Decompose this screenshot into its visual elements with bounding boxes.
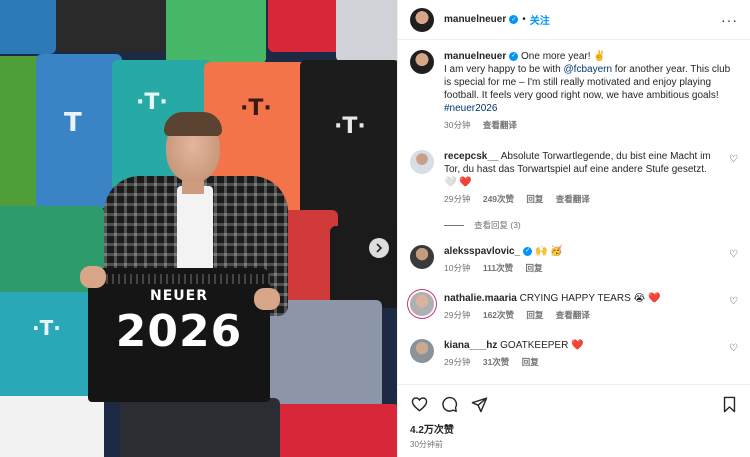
post-time: 30分钟前 <box>410 440 443 449</box>
comment-time: 29分钟 <box>444 357 471 367</box>
comment-username[interactable]: kiana___hz <box>444 340 497 351</box>
comment-meta: 29分钟 162次赞 回复 查看翻译 <box>444 309 720 322</box>
share-button[interactable] <box>470 395 488 413</box>
comment-icon <box>441 396 457 412</box>
heart-icon <box>411 397 427 412</box>
reply-button[interactable]: 回复 <box>526 194 543 204</box>
comment-avatar[interactable] <box>410 245 434 269</box>
comment-username[interactable]: aleksspavlovic_ <box>444 246 520 257</box>
follow-button[interactable]: 关注 <box>530 12 550 27</box>
jersey-bg <box>0 396 104 457</box>
verified-icon: ✓ <box>509 51 519 61</box>
jersey-bg <box>336 0 397 62</box>
comment-avatar[interactable] <box>410 150 434 174</box>
caption-time: 30分钟 <box>444 120 471 130</box>
chevron-right-icon <box>376 243 383 253</box>
save-button[interactable] <box>720 395 738 413</box>
like-comment-icon[interactable]: ♡ <box>729 154 738 165</box>
comment-avatar[interactable] <box>410 292 434 316</box>
comment-meta: 10分钟 111次赞 回复 <box>444 262 720 275</box>
comments-list[interactable]: manuelneuer ✓ One more year! ✌️ I am very… <box>398 40 750 384</box>
translate-button[interactable]: 查看翻译 <box>556 310 590 320</box>
jersey-number: 2026 <box>115 306 243 357</box>
comment-text: 🙌 🥳 <box>534 246 563 257</box>
author-avatar[interactable] <box>410 7 434 32</box>
jersey-name: NEUER <box>150 288 208 304</box>
comment-username[interactable]: recepcsk__ <box>444 151 499 162</box>
jersey-bg <box>56 0 166 52</box>
jersey-bg <box>268 0 340 52</box>
like-comment-icon[interactable]: ♡ <box>729 296 738 307</box>
telekom-logo: ·T· <box>32 316 61 340</box>
right-hand <box>254 288 280 310</box>
verified-icon: ✓ <box>509 15 519 24</box>
separator-dot: • <box>522 14 526 25</box>
action-bar <box>410 395 738 413</box>
comment-time: 29分钟 <box>444 194 471 204</box>
bookmark-icon <box>723 396 735 412</box>
jersey-bg <box>330 226 397 308</box>
telekom-logo: T <box>64 108 82 138</box>
post-header: manuelneuer ✓ • 关注 ··· <box>398 0 750 40</box>
left-hand <box>80 266 106 288</box>
comment-text: CRYING HAPPY TEARS 😭 ❤️ <box>519 293 661 304</box>
caption-text-first: One more year! ✌️ <box>521 51 606 62</box>
comment-likes[interactable]: 31次赞 <box>483 357 509 367</box>
verified-icon: ✓ <box>523 246 533 256</box>
pants <box>120 398 280 457</box>
comment-likes[interactable]: 249次赞 <box>483 194 514 204</box>
like-button[interactable] <box>410 395 428 413</box>
comment-text: GOATKEEPER ❤️ <box>500 340 584 351</box>
caption-meta: 30分钟 查看翻译 <box>444 119 738 132</box>
jersey-bg <box>300 60 397 230</box>
jersey-bg <box>166 0 266 64</box>
post-footer: 4.2万次赞 30分钟前 <box>398 384 750 457</box>
comment-item: recepcsk__ Absolute Torwartlegende, du b… <box>410 150 738 206</box>
comment-item: nathalie.maaria CRYING HAPPY TEARS 😭 ❤️ … <box>410 292 738 322</box>
comment-time: 29分钟 <box>444 310 471 320</box>
likes-count[interactable]: 4.2万次赞 <box>410 421 738 436</box>
white-tshirt <box>177 186 213 276</box>
send-icon <box>471 396 487 412</box>
comment-item: kiana___hz GOATKEEPER ❤️ 29分钟 31次赞 回复 ♡ <box>410 339 738 369</box>
jersey-bg <box>276 404 397 457</box>
next-image-button[interactable] <box>369 238 389 258</box>
caption-text: I am very happy to be with <box>444 64 564 75</box>
more-options-icon[interactable]: ··· <box>721 12 738 28</box>
telekom-logo: ·T· <box>334 114 366 139</box>
jersey-stripes <box>88 274 270 284</box>
caption-username[interactable]: manuelneuer <box>444 51 506 62</box>
like-comment-icon[interactable]: ♡ <box>729 249 738 260</box>
post-image[interactable]: T ·T· ·T· ·T· ·T· NEUER 2026 <box>0 0 397 457</box>
telekom-logo: ·T· <box>136 90 168 115</box>
reply-button[interactable]: 回复 <box>522 357 539 367</box>
hair <box>164 112 222 136</box>
comment-username[interactable]: nathalie.maaria <box>444 293 517 304</box>
translate-button[interactable]: 查看翻译 <box>556 194 590 204</box>
comment-avatar[interactable] <box>410 339 434 363</box>
caption-avatar[interactable] <box>410 50 434 74</box>
jersey-bg <box>262 300 382 410</box>
author-username[interactable]: manuelneuer <box>444 14 506 25</box>
comment-meta: 29分钟 249次赞 回复 查看翻译 <box>444 193 720 206</box>
comment-likes[interactable]: 162次赞 <box>483 310 514 320</box>
comment-meta: 29分钟 31次赞 回复 <box>444 356 720 369</box>
view-replies-button[interactable]: 查看回复 (3) <box>444 219 738 231</box>
reply-button[interactable]: 回复 <box>525 263 542 273</box>
translate-button[interactable]: 查看翻译 <box>483 120 517 130</box>
comment-item: aleksspavlovic_ ✓ 🙌 🥳 10分钟 111次赞 回复 ♡ <box>410 245 738 275</box>
reply-button[interactable]: 回复 <box>526 310 543 320</box>
comment-button[interactable] <box>440 395 458 413</box>
comment-time: 10分钟 <box>444 263 471 273</box>
like-comment-icon[interactable]: ♡ <box>729 343 738 354</box>
post-sidebar: manuelneuer ✓ • 关注 ··· manuelneuer ✓ One … <box>397 0 750 457</box>
hashtag-link[interactable]: #neuer2026 <box>444 103 497 114</box>
caption: manuelneuer ✓ One more year! ✌️ I am very… <box>410 50 738 132</box>
comment-likes[interactable]: 111次赞 <box>483 263 513 273</box>
view-replies-label: 查看回复 (3) <box>474 220 521 230</box>
telekom-logo: ·T· <box>240 96 272 121</box>
mention-link[interactable]: @fcbayern <box>564 64 613 75</box>
held-jersey: NEUER 2026 <box>88 268 270 402</box>
jersey-bg <box>0 0 56 54</box>
